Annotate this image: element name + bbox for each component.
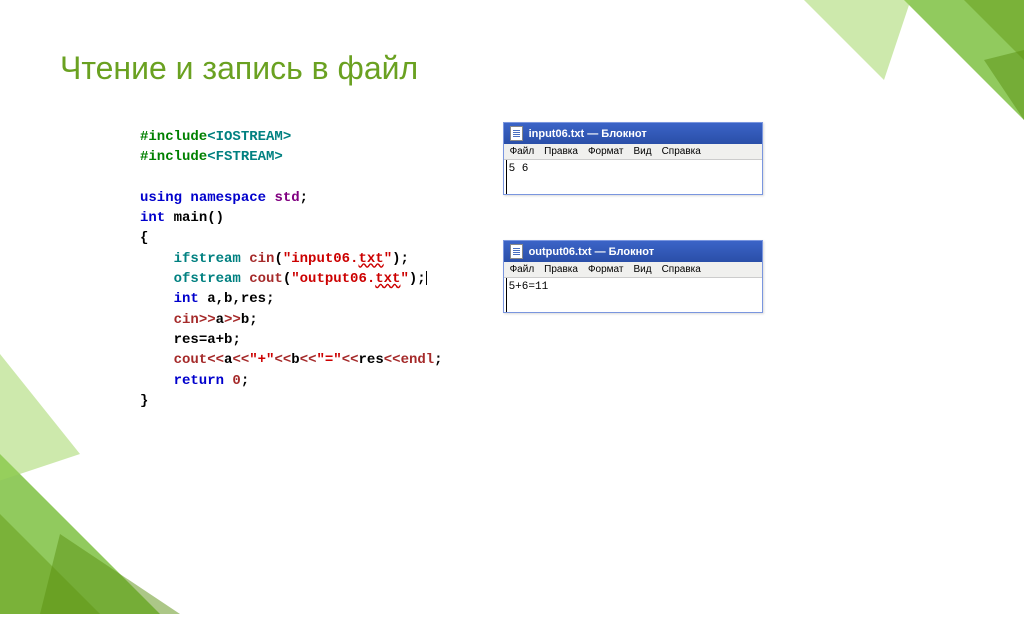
menu-file[interactable]: Файл — [510, 146, 535, 157]
notepad-output-titlebar: output06.txt — Блокнот — [504, 241, 762, 262]
notepad-icon — [510, 126, 523, 141]
decorative-triangles-bottom — [0, 354, 220, 614]
menu-format[interactable]: Формат — [588, 264, 624, 275]
notepad-output-menubar: Файл Правка Формат Вид Справка — [504, 262, 762, 278]
menu-view[interactable]: Вид — [633, 146, 651, 157]
decorative-triangles-top — [804, 0, 1024, 220]
notepad-input-menubar: Файл Правка Формат Вид Справка — [504, 144, 762, 160]
notepad-output-title: output06.txt — Блокнот — [529, 246, 655, 258]
menu-format[interactable]: Формат — [588, 146, 624, 157]
menu-file[interactable]: Файл — [510, 264, 535, 275]
notepad-input-titlebar: input06.txt — Блокнот — [504, 123, 762, 144]
notepad-input-body[interactable]: 5 6 — [506, 160, 762, 194]
menu-help[interactable]: Справка — [662, 146, 701, 157]
notepad-output: output06.txt — Блокнот Файл Правка Форма… — [503, 240, 763, 313]
notepad-icon — [510, 244, 523, 259]
notepad-windows: input06.txt — Блокнот Файл Правка Формат… — [503, 122, 763, 411]
menu-help[interactable]: Справка — [662, 264, 701, 275]
notepad-input: input06.txt — Блокнот Файл Правка Формат… — [503, 122, 763, 195]
notepad-input-title: input06.txt — Блокнот — [529, 128, 647, 140]
slide: Чтение и запись в файл #include<IOSTREAM… — [0, 0, 1024, 574]
menu-edit[interactable]: Правка — [544, 146, 578, 157]
menu-view[interactable]: Вид — [633, 264, 651, 275]
notepad-output-body[interactable]: 5+6=11 — [506, 278, 762, 312]
menu-edit[interactable]: Правка — [544, 264, 578, 275]
